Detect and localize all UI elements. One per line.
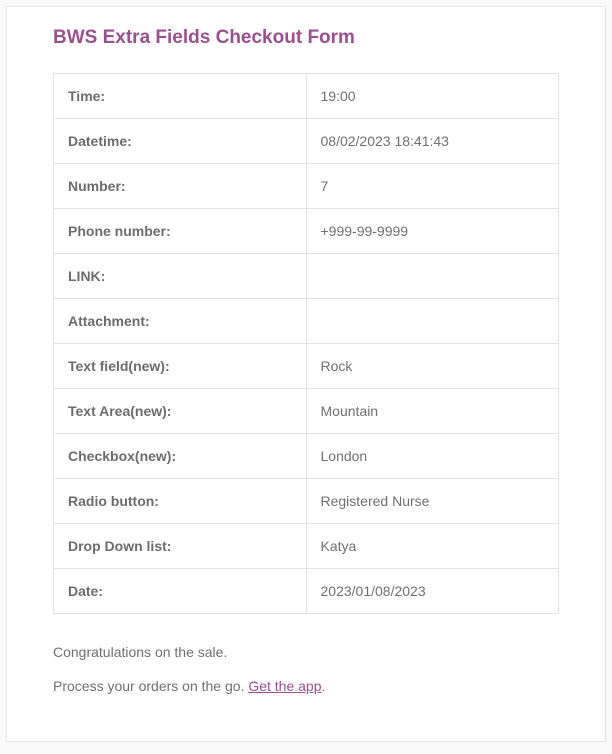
field-label: Drop Down list: [54, 524, 307, 569]
field-value: London [306, 434, 559, 479]
process-text: Process your orders on the go. Get the a… [53, 678, 559, 694]
process-suffix: . [322, 678, 326, 694]
field-value: +999-99-9999 [306, 209, 559, 254]
fields-table: Time: 19:00 Datetime: 08/02/2023 18:41:4… [53, 73, 559, 614]
field-label: Text Area(new): [54, 389, 307, 434]
table-row: Text Area(new): Mountain [54, 389, 559, 434]
table-row: Radio button: Registered Nurse [54, 479, 559, 524]
table-row: Number: 7 [54, 164, 559, 209]
table-row: LINK: [54, 254, 559, 299]
field-label: Time: [54, 74, 307, 119]
table-row: Phone number: +999-99-9999 [54, 209, 559, 254]
field-value: 19:00 [306, 74, 559, 119]
table-row: Time: 19:00 [54, 74, 559, 119]
table-row: Text field(new): Rock [54, 344, 559, 389]
table-row: Date: 2023/01/08/2023 [54, 569, 559, 614]
field-label: Radio button: [54, 479, 307, 524]
get-app-link[interactable]: Get the app [248, 678, 321, 694]
form-container: BWS Extra Fields Checkout Form Time: 19:… [6, 6, 606, 742]
congrats-text: Congratulations on the sale. [53, 644, 559, 660]
field-value: Rock [306, 344, 559, 389]
field-value: Registered Nurse [306, 479, 559, 524]
table-row: Attachment: [54, 299, 559, 344]
table-row: Datetime: 08/02/2023 18:41:43 [54, 119, 559, 164]
field-label: Phone number: [54, 209, 307, 254]
footer-text: Congratulations on the sale. Process you… [53, 644, 559, 694]
page-title: BWS Extra Fields Checkout Form [53, 27, 559, 49]
field-value: 08/02/2023 18:41:43 [306, 119, 559, 164]
field-label: Date: [54, 569, 307, 614]
field-value: 2023/01/08/2023 [306, 569, 559, 614]
field-value [306, 299, 559, 344]
field-label: Attachment: [54, 299, 307, 344]
field-value: Mountain [306, 389, 559, 434]
field-label: Number: [54, 164, 307, 209]
field-label: Checkbox(new): [54, 434, 307, 479]
field-label: Text field(new): [54, 344, 307, 389]
field-value [306, 254, 559, 299]
field-label: Datetime: [54, 119, 307, 164]
table-row: Drop Down list: Katya [54, 524, 559, 569]
table-row: Checkbox(new): London [54, 434, 559, 479]
field-value: Katya [306, 524, 559, 569]
process-prefix: Process your orders on the go. [53, 678, 248, 694]
field-value: 7 [306, 164, 559, 209]
field-label: LINK: [54, 254, 307, 299]
